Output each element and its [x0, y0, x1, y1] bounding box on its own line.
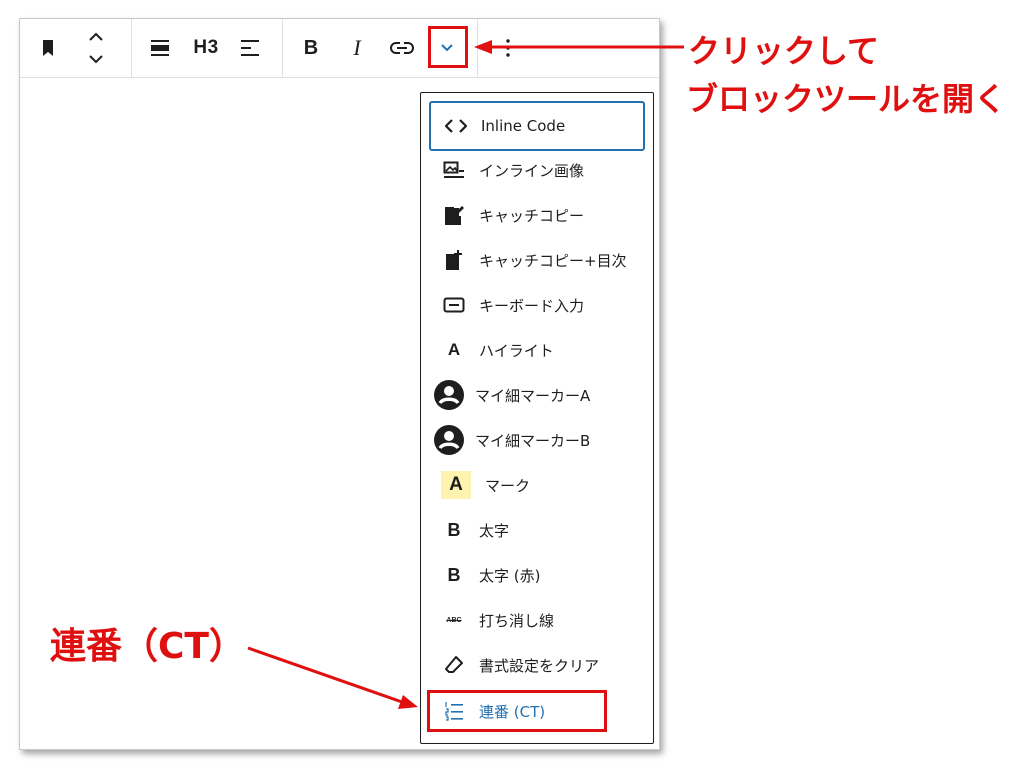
annotation-arrows — [247, 40, 684, 709]
arrow-top-head — [474, 40, 492, 54]
arrow-bottom-head — [398, 695, 418, 709]
arrow-bottom-line — [247, 646, 403, 704]
